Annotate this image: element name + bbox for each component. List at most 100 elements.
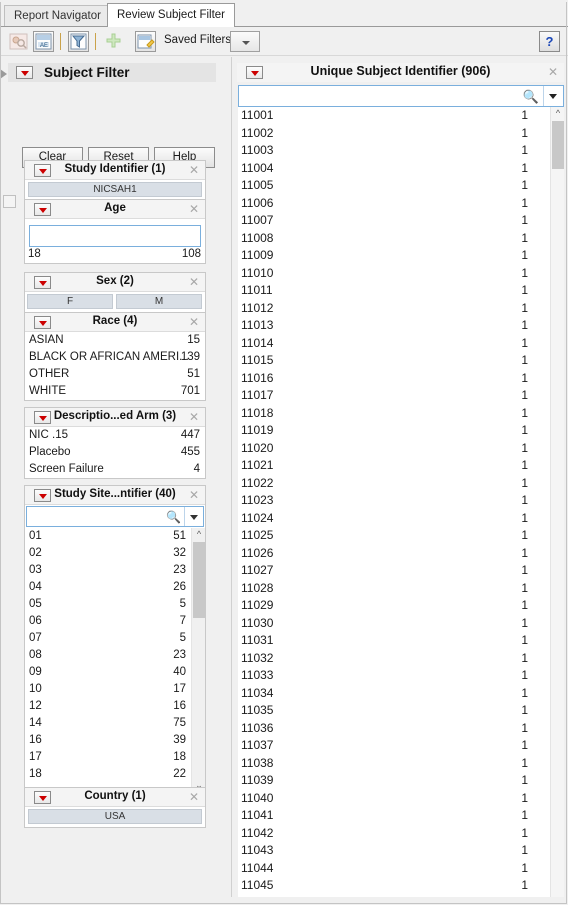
list-item[interactable]: 05 5 (25, 596, 191, 613)
scrollbar-thumb[interactable] (552, 121, 564, 169)
list-item[interactable]: 08 23 (25, 647, 191, 664)
age-range-slider[interactable] (29, 225, 201, 247)
table-row[interactable]: 11015 1 (238, 352, 550, 370)
table-row[interactable]: 11023 1 (238, 492, 550, 510)
table-row[interactable]: 11033 1 (238, 667, 550, 685)
table-row[interactable]: 11031 1 (238, 632, 550, 650)
close-icon[interactable]: ✕ (189, 315, 199, 329)
chevron-down-icon[interactable] (184, 507, 203, 526)
list-item[interactable]: WHITE 701 (25, 383, 205, 400)
table-row[interactable]: 11043 1 (238, 842, 550, 860)
site-search-input[interactable]: 🔍 (26, 506, 204, 527)
list-item[interactable]: 10 17 (25, 681, 191, 698)
table-row[interactable]: 11036 1 (238, 720, 550, 738)
table-row[interactable]: 11030 1 (238, 615, 550, 633)
list-item[interactable]: Screen Failure 4 (25, 461, 205, 478)
list-item[interactable]: 09 40 (25, 664, 191, 681)
close-icon[interactable]: ✕ (189, 202, 199, 216)
table-row[interactable]: 11034 1 (238, 685, 550, 703)
table-row[interactable]: 11016 1 (238, 370, 550, 388)
close-icon[interactable]: ✕ (548, 65, 558, 79)
subject-filter-menu-icon[interactable] (16, 66, 33, 79)
close-icon[interactable]: ✕ (189, 488, 199, 502)
close-icon[interactable]: ✕ (189, 790, 199, 804)
table-row[interactable]: 11018 1 (238, 405, 550, 423)
list-item[interactable]: 17 18 (25, 749, 191, 766)
table-row[interactable]: 11011 1 (238, 282, 550, 300)
table-row[interactable]: 11014 1 (238, 335, 550, 353)
view-subjects-icon[interactable] (8, 31, 29, 52)
list-item[interactable]: 01 51 (25, 528, 191, 545)
inverse-checkbox[interactable] (3, 195, 16, 208)
table-row[interactable]: 11005 1 (238, 177, 550, 195)
table-row[interactable]: 11045 1 (238, 877, 550, 895)
table-row[interactable]: 11017 1 (238, 387, 550, 405)
list-item[interactable]: 16 39 (25, 732, 191, 749)
table-row[interactable]: 11008 1 (238, 230, 550, 248)
scroll-up-icon[interactable]: ^ (551, 107, 564, 120)
chevron-down-icon[interactable] (543, 86, 563, 106)
table-row[interactable]: 11042 1 (238, 825, 550, 843)
apply-filter-icon[interactable] (68, 31, 89, 52)
tab-review-subject-filter[interactable]: Review Subject Filter (107, 3, 236, 27)
table-row[interactable]: 11027 1 (238, 562, 550, 580)
saved-filters-dropdown[interactable] (230, 31, 260, 52)
table-row[interactable]: 11041 1 (238, 807, 550, 825)
list-item[interactable]: Placebo 455 (25, 444, 205, 461)
table-row[interactable]: 11012 1 (238, 300, 550, 318)
unique-subject-search-input[interactable]: 🔍 (238, 85, 564, 107)
close-icon[interactable]: ✕ (189, 410, 199, 424)
site-list-scrollbar[interactable]: ^ ⌄ (191, 528, 205, 792)
table-row[interactable]: 11037 1 (238, 737, 550, 755)
table-row[interactable]: 11020 1 (238, 440, 550, 458)
list-item[interactable]: 03 23 (25, 562, 191, 579)
table-row[interactable]: 11001 1 (238, 107, 550, 125)
adverse-events-icon[interactable]: AE (33, 31, 54, 52)
scroll-up-icon[interactable]: ^ (192, 528, 205, 541)
table-row[interactable]: 11003 1 (238, 142, 550, 160)
list-item[interactable]: BLACK OR AFRICAN AMERI... 139 (25, 349, 205, 366)
subject-list-scrollbar[interactable]: ^ ⌄ (550, 107, 564, 905)
list-item[interactable]: NIC .15 447 (25, 427, 205, 444)
list-item[interactable]: OTHER 51 (25, 366, 205, 383)
table-row[interactable]: 11006 1 (238, 195, 550, 213)
table-row[interactable]: 11022 1 (238, 475, 550, 493)
chip-value[interactable]: USA (28, 809, 202, 824)
table-row[interactable]: 11038 1 (238, 755, 550, 773)
table-row[interactable]: 11035 1 (238, 702, 550, 720)
table-row[interactable]: 11028 1 (238, 580, 550, 598)
chip-value[interactable]: F (27, 294, 113, 309)
help-button[interactable]: ? (539, 31, 560, 52)
table-row[interactable]: 11024 1 (238, 510, 550, 528)
table-row[interactable]: 11021 1 (238, 457, 550, 475)
list-item[interactable]: 02 32 (25, 545, 191, 562)
collapse-triangle-icon[interactable] (0, 69, 7, 79)
table-row[interactable]: 11013 1 (238, 317, 550, 335)
scrollbar-thumb[interactable] (193, 542, 205, 618)
list-item[interactable]: 14 75 (25, 715, 191, 732)
table-row[interactable]: 11007 1 (238, 212, 550, 230)
list-item[interactable]: 06 7 (25, 613, 191, 630)
table-row[interactable]: 11026 1 (238, 545, 550, 563)
table-row[interactable]: 11032 1 (238, 650, 550, 668)
table-row[interactable]: 11004 1 (238, 160, 550, 178)
close-icon[interactable]: ✕ (189, 163, 199, 177)
table-row[interactable]: 11019 1 (238, 422, 550, 440)
table-row[interactable]: 11039 1 (238, 772, 550, 790)
table-row[interactable]: 11009 1 (238, 247, 550, 265)
list-item[interactable]: ASIAN 15 (25, 332, 205, 349)
chip-value[interactable]: M (116, 294, 202, 309)
table-row[interactable]: 11044 1 (238, 860, 550, 878)
tab-report-navigator[interactable]: Report Navigator (4, 5, 111, 27)
table-row[interactable]: 11029 1 (238, 597, 550, 615)
list-item[interactable]: 12 16 (25, 698, 191, 715)
chip-value[interactable]: NICSAH1 (28, 182, 202, 197)
table-row[interactable]: 11040 1 (238, 790, 550, 808)
table-row[interactable]: 11002 1 (238, 125, 550, 143)
add-filter-icon[interactable] (103, 31, 124, 52)
list-item[interactable]: 04 26 (25, 579, 191, 596)
table-row[interactable]: 11025 1 (238, 527, 550, 545)
list-item[interactable]: 07 5 (25, 630, 191, 647)
table-row[interactable]: 11010 1 (238, 265, 550, 283)
list-item[interactable]: 18 22 (25, 766, 191, 783)
